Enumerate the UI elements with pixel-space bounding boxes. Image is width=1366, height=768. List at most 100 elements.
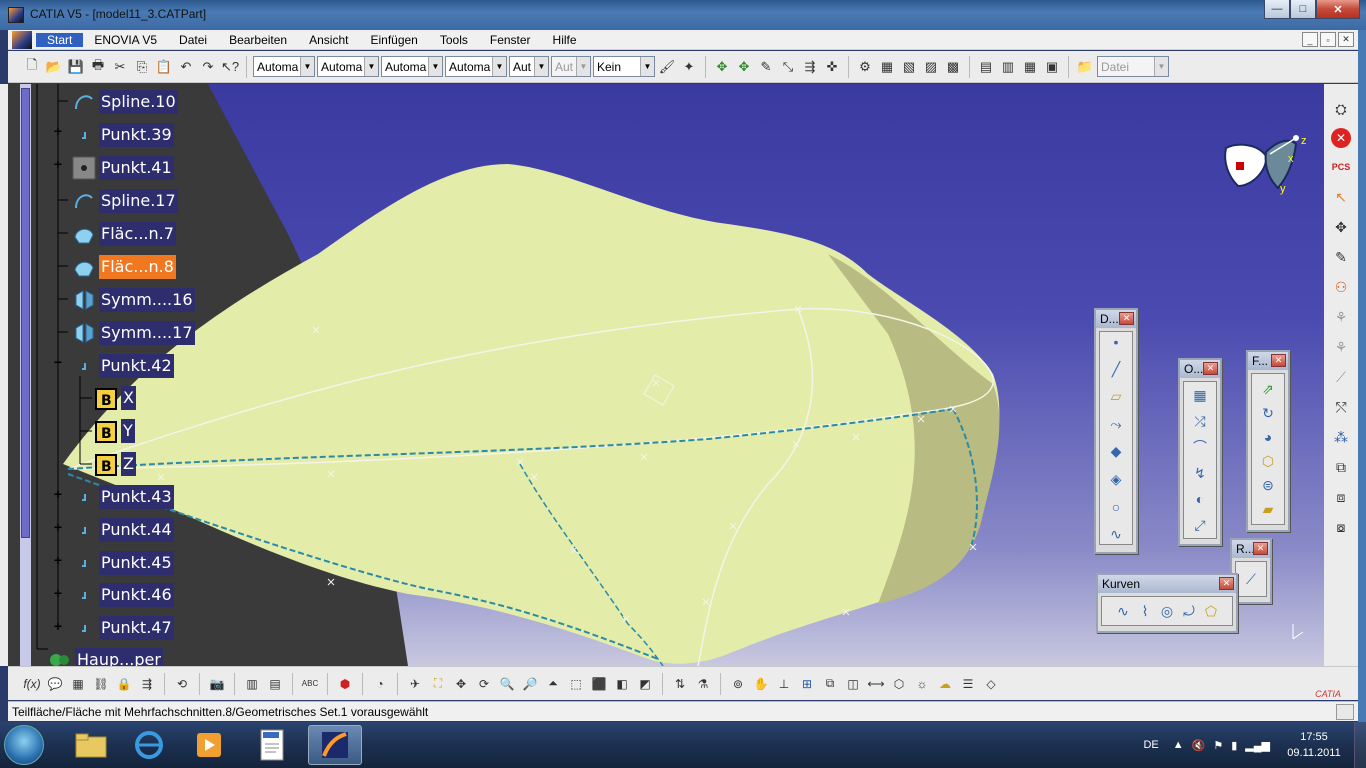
zoom-in-icon[interactable]: 🔍 <box>497 674 517 694</box>
floating-toolbar-operationen[interactable]: O... ✕ ▦ ⤮ ⌒ ↯ ◐ ⤢ <box>1178 358 1222 546</box>
tree-item-symmetrie-16[interactable]: Symm....16 <box>72 288 195 312</box>
light-icon[interactable]: ☼ <box>912 674 932 694</box>
workbench-icon[interactable]: ⛭ <box>1330 98 1352 120</box>
pattern-icon[interactable]: ⤲ <box>1330 396 1352 418</box>
revolve-tool-icon[interactable]: ↻ <box>1258 402 1278 424</box>
taskbar-catia[interactable] <box>308 725 362 765</box>
paint-bucket-icon[interactable]: ⚗ <box>693 674 713 694</box>
copy-icon[interactable]: ⎘ <box>132 57 152 77</box>
sketch-icon[interactable]: ✎ <box>1330 246 1352 268</box>
line-weight-combo[interactable]: Automa ▼ <box>445 56 507 77</box>
fly-mode-icon[interactable]: ✈ <box>405 674 425 694</box>
shading-icon[interactable]: ⬛ <box>589 674 609 694</box>
power-input-button[interactable] <box>1336 704 1354 720</box>
redo-icon[interactable]: ↷ <box>198 57 218 77</box>
projection-tool-icon[interactable]: ⤳ <box>1106 415 1126 435</box>
floating-toolbar-draht[interactable]: D... ✕ • ╱ ▱ ⤳ ◆ ◈ ○ ∿ <box>1094 308 1138 554</box>
extrude-tool-icon[interactable]: ⇗ <box>1258 378 1278 400</box>
link-icon[interactable]: ⊚ <box>728 674 748 694</box>
instantiate-icon[interactable]: ⧉ <box>1330 456 1352 478</box>
parameters-icon[interactable]: ▦ <box>1020 57 1040 77</box>
pan-select-icon[interactable]: ✥ <box>1330 216 1352 238</box>
tree-item-spline-10[interactable]: Spline.10 <box>72 90 178 114</box>
undo-icon[interactable]: ↶ <box>176 57 196 77</box>
measure-icon[interactable]: ✜ <box>822 57 842 77</box>
menu-hilfe[interactable]: Hilfe <box>542 33 588 47</box>
camera-icon[interactable]: 📷 <box>207 674 227 694</box>
maximize-button[interactable]: □ <box>1290 0 1316 19</box>
capture-icon[interactable]: ▧ <box>899 57 919 77</box>
close-icon[interactable]: ✕ <box>1203 362 1218 375</box>
powercopy-icon[interactable]: ⧈ <box>1330 486 1352 508</box>
rotate-view-icon[interactable]: ⟳ <box>474 674 494 694</box>
spline-tool-icon[interactable]: ∿ <box>1106 525 1126 545</box>
collapse-icon[interactable]: − <box>52 354 64 370</box>
doc-minimize-button[interactable]: _ <box>1302 32 1318 47</box>
layers-icon[interactable]: ⧉ <box>820 674 840 694</box>
close-icon[interactable]: ✕ <box>1119 312 1134 325</box>
graphic-properties-icon[interactable]: ✦ <box>679 57 699 77</box>
tree-item-flaeche-8[interactable]: Fläc...n.8 <box>72 255 176 279</box>
expand-icon[interactable]: + <box>52 552 64 568</box>
menu-einfuegen[interactable]: Einfügen <box>359 33 428 47</box>
close-icon[interactable]: ✕ <box>1271 354 1286 367</box>
document-icon[interactable] <box>12 30 32 49</box>
open-folder-icon[interactable]: 📁 <box>1075 57 1095 77</box>
dimension-icon[interactable]: ⟷ <box>866 674 886 694</box>
tree-item-param-x[interactable]: B X <box>94 386 136 410</box>
show-desktop-button[interactable] <box>1354 722 1366 768</box>
clock[interactable]: 17:55 09.11.2011 <box>1274 729 1354 761</box>
floating-toolbar-kurven[interactable]: Kurven ✕ ∿ ⌇ ◎ ⤾ ⬠ <box>1096 573 1238 633</box>
swap-space-icon[interactable]: ◩ <box>635 674 655 694</box>
photo-studio-icon[interactable]: ⬡ <box>889 674 909 694</box>
open-file-icon[interactable]: 📂 <box>44 57 64 77</box>
line-type-combo[interactable]: Aut ▼ <box>509 56 549 77</box>
loft-tool-icon[interactable]: ⊜ <box>1258 474 1278 496</box>
action-center-icon[interactable]: ⚑ <box>1213 739 1223 752</box>
swap-visible-icon[interactable]: ⚘ <box>1330 336 1352 358</box>
transparency-combo[interactable]: Automa ▼ <box>381 56 443 77</box>
tree-item-param-y[interactable]: B Y <box>94 419 135 443</box>
cut-icon[interactable]: ✂ <box>110 57 130 77</box>
format-painter-icon[interactable]: 🖌 <box>657 57 677 77</box>
hide-show-icon[interactable]: ⚘ <box>1330 306 1352 328</box>
part-body-icon[interactable]: ⬢ <box>335 674 355 694</box>
expand-icon[interactable]: + <box>52 519 64 535</box>
select-icon[interactable]: ↖ <box>1330 186 1352 208</box>
show-hidden-icons-icon[interactable]: ▲ <box>1173 739 1184 751</box>
expand-icon[interactable]: + <box>52 618 64 634</box>
user-selection-filter-icon[interactable]: ⇅ <box>670 674 690 694</box>
paste-icon[interactable]: 📋 <box>154 57 174 77</box>
extract-tool-icon[interactable]: ↯ <box>1190 462 1210 484</box>
menu-fenster[interactable]: Fenster <box>479 33 542 47</box>
knowledge-icon[interactable]: ▥ <box>998 57 1018 77</box>
expand-icon[interactable]: + <box>52 486 64 502</box>
toolbar-header[interactable]: R... ✕ <box>1232 540 1270 558</box>
video-icon[interactable]: ▩ <box>943 57 963 77</box>
highlight-icon[interactable]: ☁ <box>935 674 955 694</box>
snap-point-icon[interactable]: ✎ <box>756 57 776 77</box>
join-tool-icon[interactable]: ▦ <box>1190 384 1210 406</box>
tree-item-flaeche-7[interactable]: Fläc...n.7 <box>72 222 176 246</box>
power-icon[interactable]: ▮ <box>1231 739 1237 752</box>
doc-close-button[interactable]: ✕ <box>1338 32 1354 47</box>
spiral-icon[interactable]: ◎ <box>1157 600 1177 622</box>
hand-icon[interactable]: ✋ <box>751 674 771 694</box>
helix-icon[interactable]: ⌇ <box>1135 600 1155 622</box>
menu-tools[interactable]: Tools <box>429 33 479 47</box>
toolbar-header[interactable]: D... ✕ <box>1096 310 1136 328</box>
taskbar-internet-explorer[interactable] <box>122 725 176 765</box>
album-icon[interactable]: ▨ <box>921 57 941 77</box>
fit-all-icon[interactable]: ⛶ <box>428 674 448 694</box>
pcs-icon[interactable]: PCS <box>1330 156 1352 178</box>
comment-icon[interactable]: 💬 <box>45 674 65 694</box>
tree-item-symmetrie-17[interactable]: Symm....17 <box>72 321 195 345</box>
update-icon[interactable]: ⟲ <box>172 674 192 694</box>
blend-tool-icon[interactable]: ▰ <box>1258 498 1278 520</box>
taskbar-media-player[interactable] <box>182 725 236 765</box>
distance-icon[interactable]: ⟋ <box>1330 366 1352 388</box>
language-indicator[interactable]: DE <box>1143 739 1158 751</box>
network-icon[interactable]: ▂▄▆ <box>1245 739 1270 752</box>
constraints-icon[interactable]: ⇶ <box>137 674 157 694</box>
normal-view-icon[interactable]: ⏶ <box>543 674 563 694</box>
